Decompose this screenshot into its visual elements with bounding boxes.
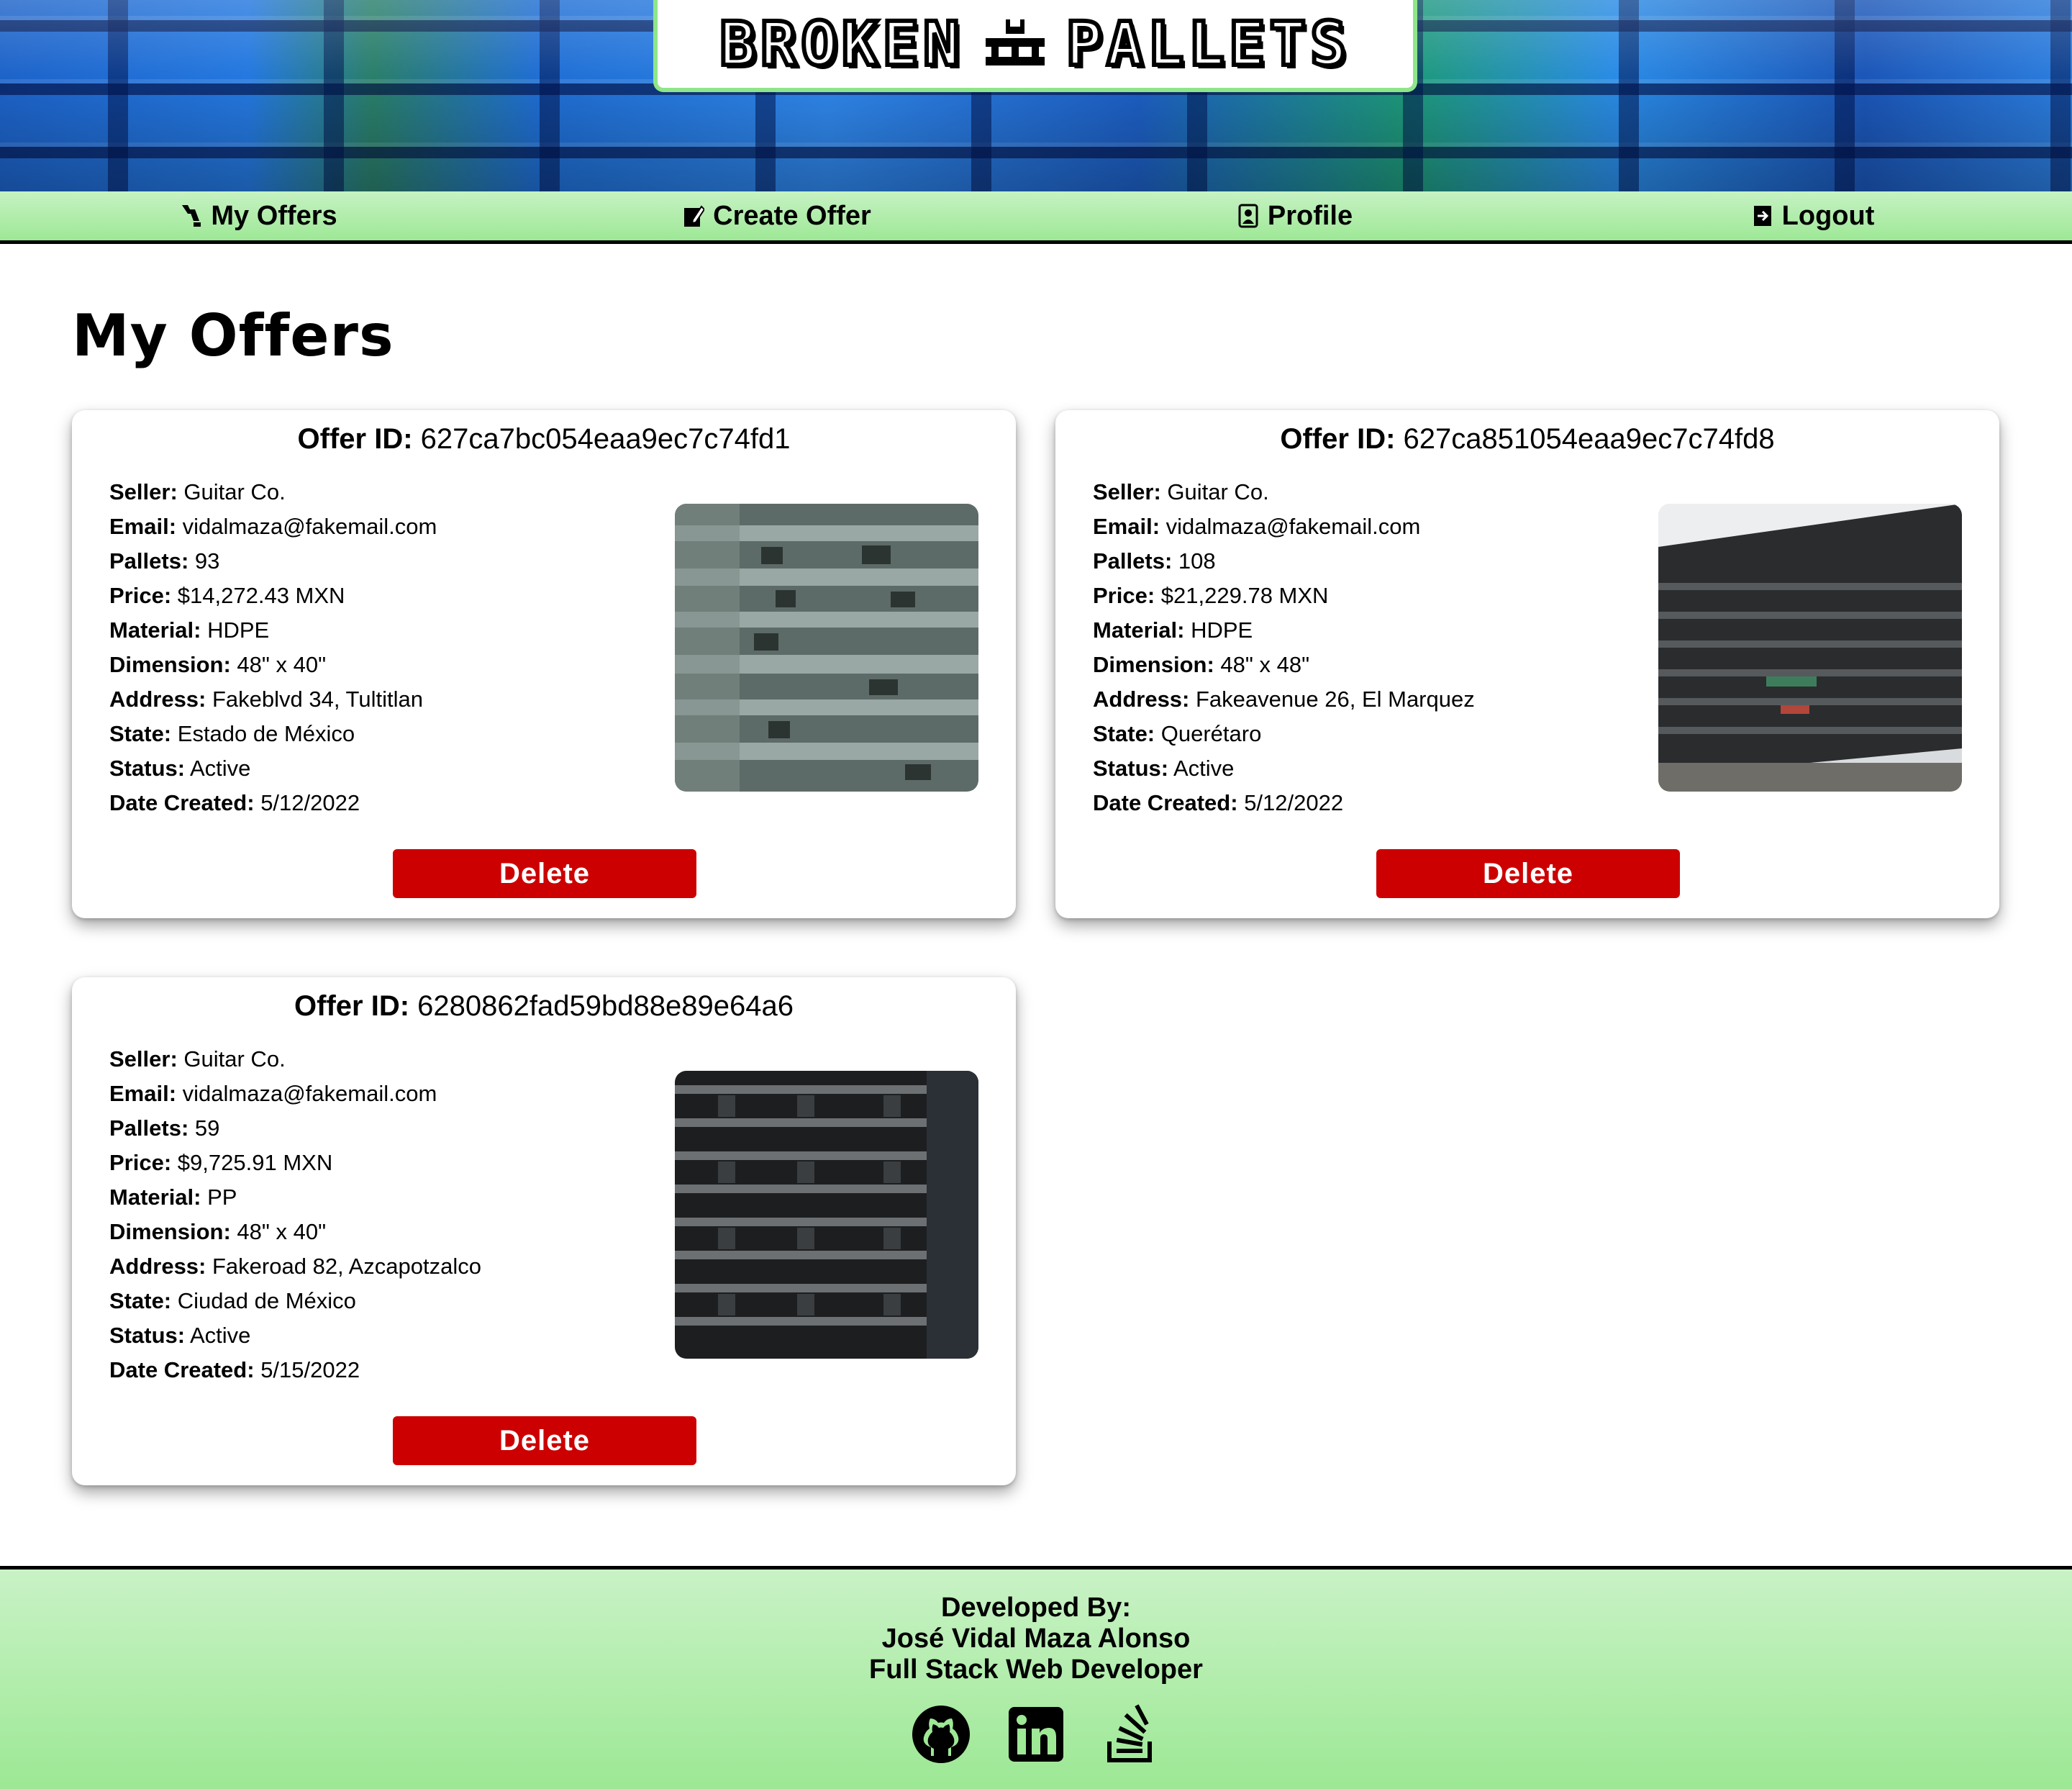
social-links bbox=[0, 1703, 2072, 1766]
pallet-icon bbox=[985, 19, 1045, 65]
delete-button[interactable]: Delete bbox=[393, 1416, 696, 1465]
delete-button[interactable]: Delete bbox=[393, 849, 696, 898]
pallets-icon bbox=[182, 205, 201, 227]
field-status: Status: Active bbox=[109, 1323, 251, 1348]
field-dimension: Dimension: 48" x 40" bbox=[109, 652, 327, 677]
offer-card: Offer ID: 627ca7bc054eaa9ec7c74fd1 Selle… bbox=[72, 410, 1016, 918]
footer-developed-by: Developed By: bbox=[941, 1593, 1131, 1623]
field-seller: Seller: Guitar Co. bbox=[109, 1046, 286, 1072]
field-date-created: Date Created: 5/12/2022 bbox=[109, 790, 360, 815]
field-material: Material: HDPE bbox=[1093, 617, 1253, 643]
field-date-created: Date Created: 5/15/2022 bbox=[109, 1357, 360, 1382]
footer: Developed By: José Vidal Maza Alonso Ful… bbox=[0, 1566, 2072, 1789]
offer-id-label: Offer ID: bbox=[294, 990, 410, 1022]
offer-id-value: 6280862fad59bd88e89e64a6 bbox=[417, 990, 794, 1022]
field-date-created: Date Created: 5/12/2022 bbox=[1093, 790, 1344, 815]
github-icon bbox=[912, 1706, 970, 1763]
field-status: Status: Active bbox=[1093, 756, 1235, 781]
nav-create-offer[interactable]: Create Offer bbox=[518, 191, 1036, 240]
offer-photo bbox=[1658, 504, 1962, 792]
offer-card: Offer ID: 6280862fad59bd88e89e64a6 Selle… bbox=[72, 977, 1016, 1485]
offer-details: Seller: Guitar Co. Email: vidalmaza@fake… bbox=[109, 475, 437, 820]
field-price: Price: $9,725.91 MXN bbox=[109, 1150, 333, 1175]
offer-id: Offer ID: 627ca851054eaa9ec7c74fd8 bbox=[1055, 423, 1999, 456]
field-dimension: Dimension: 48" x 40" bbox=[109, 1219, 327, 1244]
field-seller: Seller: Guitar Co. bbox=[1093, 479, 1269, 504]
field-email: Email: vidalmaza@fakemail.com bbox=[109, 1081, 437, 1106]
edit-icon bbox=[684, 205, 705, 227]
offer-details: Seller: Guitar Co. Email: vidalmaza@fake… bbox=[1093, 475, 1475, 820]
person-badge-icon bbox=[1238, 204, 1258, 228]
stackoverflow-icon bbox=[1107, 1704, 1152, 1762]
offer-id: Offer ID: 627ca7bc054eaa9ec7c74fd1 bbox=[72, 423, 1016, 456]
field-material: Material: HDPE bbox=[109, 617, 270, 643]
field-address: Address: Fakeavenue 26, El Marquez bbox=[1093, 687, 1475, 712]
field-state: State: Estado de México bbox=[109, 721, 355, 746]
offer-id-value: 627ca851054eaa9ec7c74fd8 bbox=[1403, 423, 1775, 455]
field-price: Price: $21,229.78 MXN bbox=[1093, 583, 1329, 608]
linkedin-icon bbox=[1009, 1707, 1063, 1762]
field-price: Price: $14,272.43 MXN bbox=[109, 583, 345, 608]
field-pallets: Pallets: 108 bbox=[1093, 548, 1216, 574]
field-pallets: Pallets: 59 bbox=[109, 1115, 220, 1141]
footer-developer-name: José Vidal Maza Alonso bbox=[881, 1623, 1191, 1654]
brand-word-broken: BROKEN bbox=[717, 6, 964, 81]
nav-profile[interactable]: Profile bbox=[1036, 191, 1554, 240]
footer-developer-role: Full Stack Web Developer bbox=[869, 1654, 1203, 1685]
nav-my-offers-label: My Offers bbox=[211, 200, 337, 231]
linkedin-link[interactable] bbox=[1004, 1703, 1068, 1766]
field-state: State: Ciudad de México bbox=[109, 1288, 356, 1313]
delete-button[interactable]: Delete bbox=[1376, 849, 1680, 898]
brand-logo[interactable]: BROKEN PALLETS bbox=[653, 0, 1417, 92]
field-status: Status: Active bbox=[109, 756, 251, 781]
field-state: State: Querétaro bbox=[1093, 721, 1262, 746]
nav-create-offer-label: Create Offer bbox=[713, 200, 871, 231]
offer-photo bbox=[675, 1071, 978, 1359]
offer-details: Seller: Guitar Co. Email: vidalmaza@fake… bbox=[109, 1042, 481, 1387]
field-dimension: Dimension: 48" x 48" bbox=[1093, 652, 1310, 677]
nav-logout[interactable]: Logout bbox=[1554, 191, 2072, 240]
field-material: Material: PP bbox=[109, 1185, 237, 1210]
field-email: Email: vidalmaza@fakemail.com bbox=[109, 514, 437, 539]
offer-card: Offer ID: 627ca851054eaa9ec7c74fd8 Selle… bbox=[1055, 410, 1999, 918]
page-title: My Offers bbox=[72, 302, 394, 369]
nav-logout-label: Logout bbox=[1781, 200, 1875, 231]
field-seller: Seller: Guitar Co. bbox=[109, 479, 286, 504]
nav-profile-label: Profile bbox=[1267, 200, 1353, 231]
github-link[interactable] bbox=[909, 1703, 973, 1766]
offer-id-label: Offer ID: bbox=[1280, 423, 1396, 455]
field-address: Address: Fakeroad 82, Azcapotzalco bbox=[109, 1254, 481, 1279]
offer-id-label: Offer ID: bbox=[297, 423, 413, 455]
stackoverflow-link[interactable] bbox=[1099, 1703, 1163, 1766]
nav-my-offers[interactable]: My Offers bbox=[0, 191, 518, 240]
field-pallets: Pallets: 93 bbox=[109, 548, 220, 574]
main-nav: My Offers Create Offer Profile Logout bbox=[0, 191, 2072, 244]
offer-id-value: 627ca7bc054eaa9ec7c74fd1 bbox=[420, 423, 791, 455]
brand-word-pallets: PALLETS bbox=[1064, 6, 1351, 81]
field-address: Address: Fakeblvd 34, Tultitlan bbox=[109, 687, 423, 712]
offer-photo bbox=[675, 504, 978, 792]
offer-id: Offer ID: 6280862fad59bd88e89e64a6 bbox=[72, 990, 1016, 1023]
logout-icon bbox=[1753, 206, 1771, 226]
field-email: Email: vidalmaza@fakemail.com bbox=[1093, 514, 1421, 539]
